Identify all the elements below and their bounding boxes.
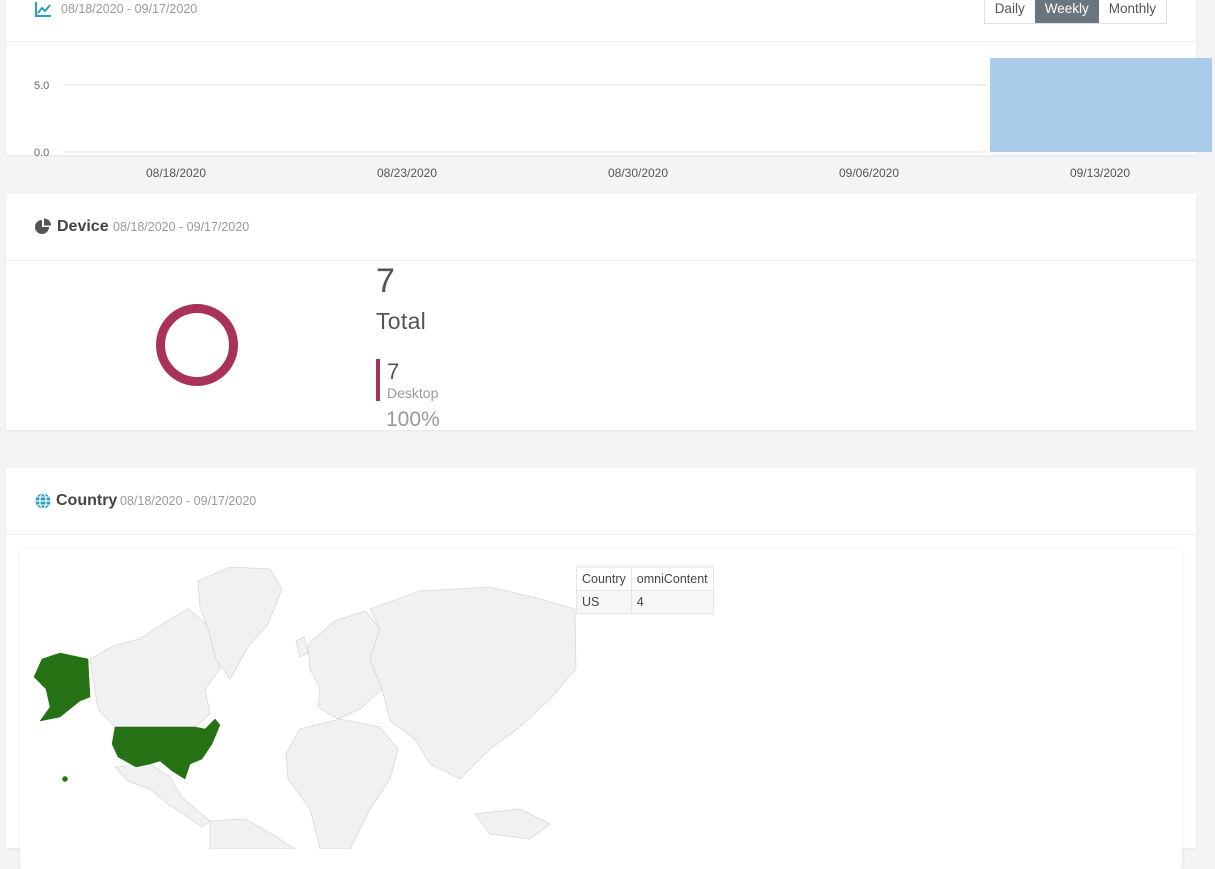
y-tick-label: 5.0 [34,80,49,92]
x-tick-label: 08/23/2020 [377,166,437,180]
omnicontent-column-header[interactable]: omniContent [630,566,714,591]
map-indonesia [474,808,551,840]
desktop-percent: 100% [386,408,440,431]
map-africa [285,718,399,849]
country-table: Country omniContent US 4 [576,565,714,614]
desktop-color-bar [376,359,380,401]
device-date-range: 08/18/2020 - 09/17/2020 [113,220,250,234]
country-card: Country 08/18/2020 - 09/17/2020 Country … [6,468,1196,869]
globe-icon [35,492,51,510]
country-column-header[interactable]: Country [576,566,632,591]
map-mexico [114,763,211,828]
map-alaska [33,652,91,722]
device-title: Device [57,218,109,235]
country-map-panel: Country omniContent US 4 [20,549,1182,869]
country-cell: US [576,590,632,614]
device-total-value: 7 [376,262,395,300]
country-title: Country [56,492,118,509]
map-uk [295,636,309,658]
omnicontent-cell: 4 [630,590,714,614]
weekly-bar-chart: 5.0 0.0 08/18/2020 08/23/2020 08/30/2020 09/0… [34,58,1212,180]
x-tick-label: 08/18/2020 [146,166,206,180]
x-tick-label: 09/13/2020 [1070,166,1130,180]
map-south-america [209,818,296,849]
country-header: Country 08/18/2020 - 09/17/2020 [6,468,1196,535]
country-table-header-row: Country omniContent [576,566,714,591]
table-row[interactable]: US 4 [576,590,714,614]
desktop-label: Desktop [387,385,439,401]
device-donut-chart [156,304,238,386]
device-total-label: Total [376,308,427,334]
pie-chart-icon [35,218,51,234]
country-date-range: 08/18/2020 - 09/17/2020 [120,494,257,508]
map-hawaii [62,776,68,782]
donut-slice-desktop [156,304,238,386]
device-header: Device 08/18/2020 - 09/17/2020 [6,194,1196,261]
map-asia [369,586,577,780]
map-canada [89,608,221,728]
map-europe [307,610,383,720]
desktop-value: 7 [387,359,400,384]
x-tick-label: 08/30/2020 [608,166,668,180]
y-tick-label: 0.0 [34,147,49,159]
bar-09-13-2020[interactable] [990,58,1212,152]
device-card: Device 08/18/2020 - 09/17/2020 7 Total 7… [6,194,1196,431]
x-tick-label: 09/06/2020 [839,166,899,180]
world-map [33,566,577,849]
